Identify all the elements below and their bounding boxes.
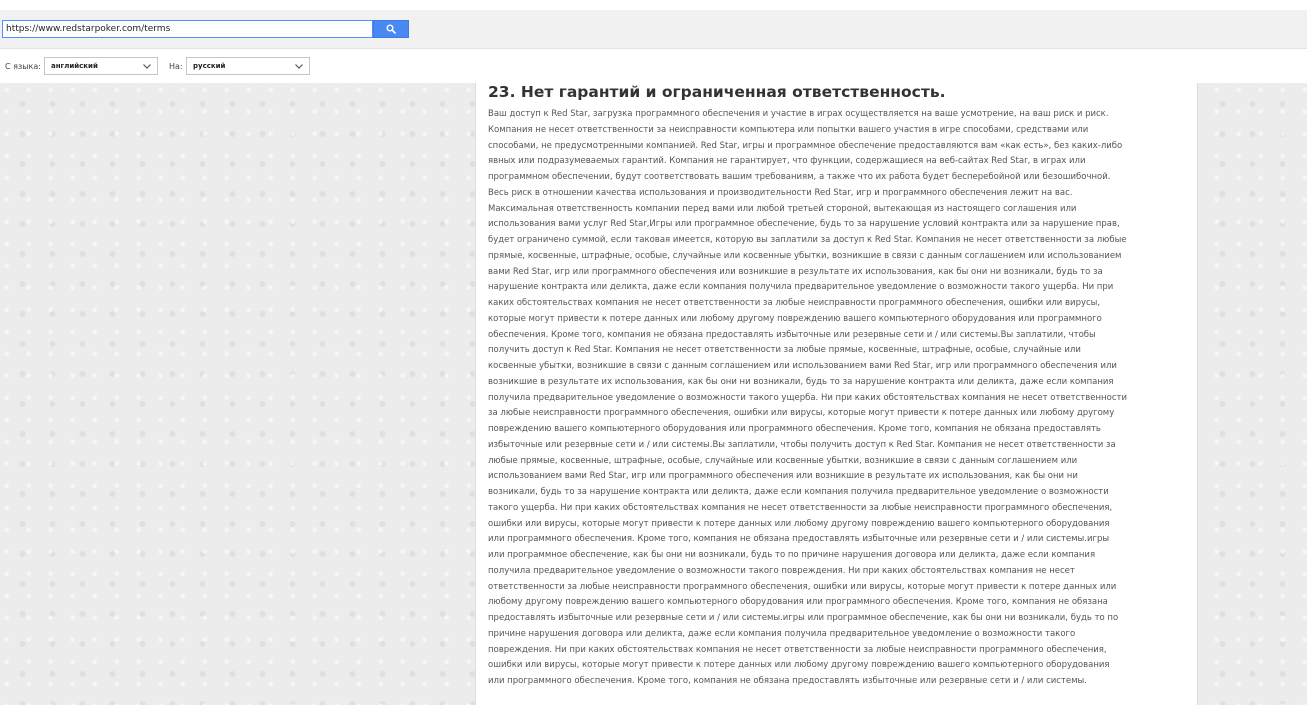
translated-page-content: 23. Нет гарантий и ограниченная ответств… [475, 83, 1198, 705]
body-text-line: ошибки или вирусы, которые могут привест… [488, 518, 1110, 529]
body-text-line: за любые неисправности программного обес… [488, 408, 1115, 419]
body-text-line: причине нарушения договора или деликта, … [488, 628, 1076, 639]
body-text-line: повреждению вашего компьютерного оборудо… [488, 424, 1101, 434]
section-heading: 23. Нет гарантий и ограниченная ответств… [488, 83, 946, 101]
source-language-select[interactable]: английский [44, 57, 158, 75]
body-text-line: Компания не несет ответственности за неи… [488, 124, 1089, 135]
body-text-line: ошибки или вирусы, которые могут привест… [488, 660, 1110, 671]
body-text-line: избыточные или резервные сети и / или си… [488, 439, 1116, 450]
body-text-line: или программного обеспечения. Кроме того… [488, 676, 1087, 686]
body-text-line: получила предварительное уведомление о в… [488, 565, 1075, 576]
body-text-line: повреждения. Ни при каких обстоятельства… [488, 644, 1107, 655]
body-text-line: или программного обеспечения. Кроме того… [488, 534, 1110, 545]
body-text-line: использования вами услуг Red Star,Игры и… [488, 219, 1120, 230]
body-text-line: получила предварительное уведомление о в… [488, 392, 1127, 403]
body-text-line: использованием вами Red Star, игр или пр… [488, 471, 1078, 482]
body-text-line: любые прямые, косвенные, штрафные, особы… [488, 455, 1078, 466]
body-text-line: вами Red Star, игр или программного обес… [488, 266, 1103, 277]
body-text-line: возникшие в результате их использования,… [488, 376, 1114, 387]
body-text-line: предоставлять избыточные или резервные с… [488, 613, 1119, 623]
source-language-value: английский [51, 62, 98, 70]
body-text-line: возникали, будь то за нарушение контракт… [488, 487, 1109, 497]
body-text-line: Весь риск в отношении качества использов… [488, 187, 1073, 198]
body-text-line: которые могут привести к потере данных и… [488, 313, 1102, 324]
section-body: Ваш доступ к Red Star, загрузка программ… [488, 107, 1186, 690]
body-text-line: или программное обеспечение, как бы они … [488, 550, 1096, 560]
body-text-line: явных или подразумеваемых гарантий. Комп… [488, 156, 1086, 167]
body-text-line: каких обстоятельствах компания не несет … [488, 298, 1101, 308]
top-strip [0, 0, 1307, 10]
chevron-down-icon [295, 64, 303, 69]
target-language-value: русский [193, 62, 226, 70]
url-input[interactable] [2, 20, 373, 38]
body-text-line: способами, не предусмотренными компанией… [488, 140, 1123, 151]
body-text-line: такого ущерба. Ни при каких обстоятельст… [488, 502, 1113, 513]
url-toolbar [0, 10, 1307, 49]
body-text-line: прямые, косвенные, штрафные, особые, слу… [488, 250, 1122, 261]
search-button[interactable] [373, 20, 409, 38]
body-text-line: Максимальная ответственность компании пе… [488, 203, 1077, 214]
search-icon [386, 24, 396, 34]
source-language-label: С языка: [5, 62, 41, 71]
chevron-down-icon [143, 64, 151, 69]
target-language-select[interactable]: русский [186, 57, 310, 75]
target-language-label: На: [169, 62, 183, 71]
body-text-line: будет ограничено суммой, если таковая им… [488, 235, 1127, 245]
body-text-line: нарушение контракта или деликта, даже ес… [488, 282, 1114, 293]
body-text-line: Ваш доступ к Red Star, загрузка программ… [488, 109, 1109, 119]
body-text-line: ответственности за любые неисправности п… [488, 581, 1117, 592]
body-text-line: обеспечения. Кроме того, компания не обя… [488, 329, 1096, 340]
body-text-line: программном обеспечении, будут соответст… [488, 172, 1111, 182]
body-text-line: получить доступ к Red Star. Компания не … [488, 345, 1081, 356]
body-text-line: любому другому повреждению вашего компью… [488, 597, 1108, 608]
body-text-line: косвенные убытки, возникшие в связи с да… [488, 361, 1117, 371]
